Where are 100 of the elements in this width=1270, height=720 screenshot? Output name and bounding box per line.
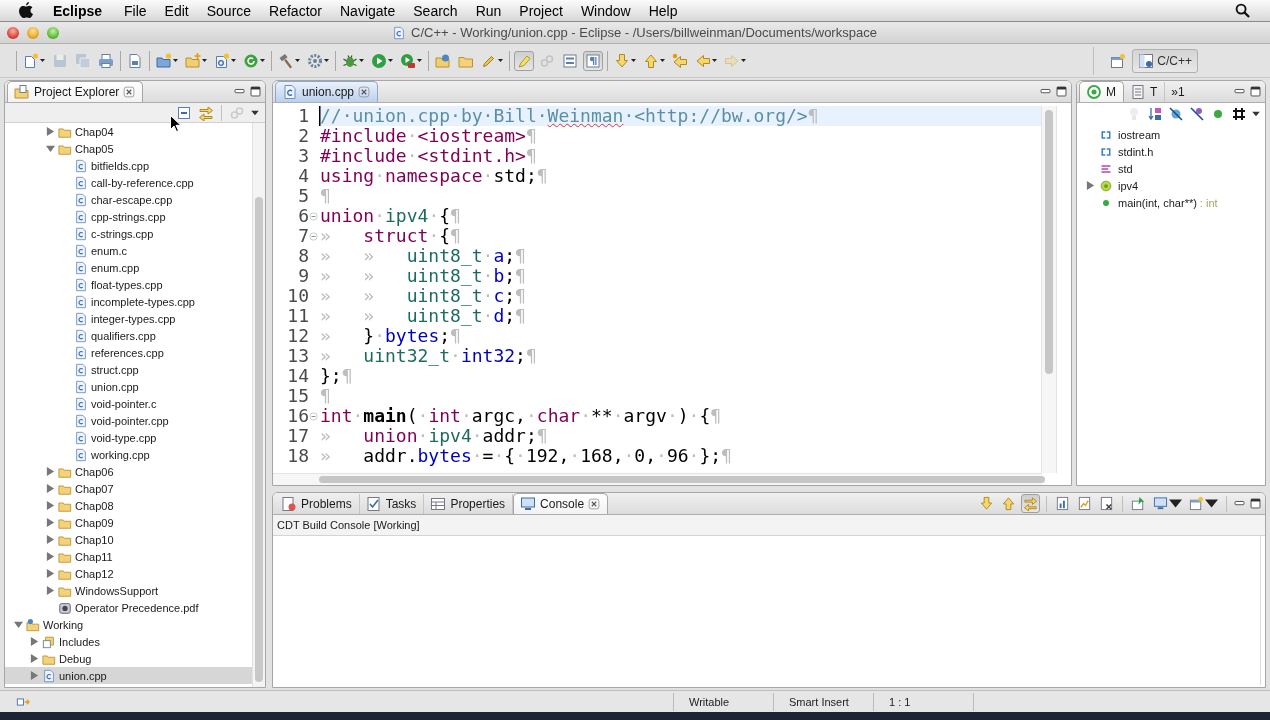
tree-item[interactable]: struct.cpp: [5, 361, 252, 378]
tree-item[interactable]: Chap06: [5, 463, 252, 480]
tree-item[interactable]: Chap05: [5, 140, 252, 157]
tree-item[interactable]: void-pointer.c: [5, 395, 252, 412]
outline-item[interactable]: main(int, char**) : int: [1077, 194, 1265, 211]
menu-item[interactable]: Run: [466, 2, 511, 19]
tree-item[interactable]: integer-types.cpp: [5, 310, 252, 327]
collapsed-arrow-icon[interactable]: [1086, 181, 1095, 190]
tab[interactable]: Tasks: [359, 494, 425, 514]
tree-item[interactable]: qualifiers.cpp: [5, 327, 252, 344]
tree-item[interactable]: Chap04: [5, 123, 252, 140]
tree-item[interactable]: Chap08: [5, 497, 252, 514]
menu-item[interactable]: File: [115, 2, 156, 19]
tree-item[interactable]: char-escape.cpp: [5, 191, 252, 208]
maximize-icon[interactable]: [1249, 497, 1262, 510]
tree-item[interactable]: Debug: [5, 650, 252, 667]
fold-icon[interactable]: [309, 211, 318, 221]
fold-icon[interactable]: [309, 231, 318, 241]
window-close-button[interactable]: [7, 26, 19, 39]
tree-item[interactable]: Chap10: [5, 531, 252, 548]
menu-item[interactable]: Project: [510, 2, 572, 19]
tree-item[interactable]: Chap09: [5, 514, 252, 531]
tree-item[interactable]: bitfields.cpp: [5, 157, 252, 174]
tree-item[interactable]: Working: [5, 616, 252, 633]
tab[interactable]: T: [1124, 82, 1166, 102]
tree-item[interactable]: float-types.cpp: [5, 276, 252, 293]
maximize-icon[interactable]: [249, 85, 262, 98]
caret-icon: [359, 59, 364, 62]
collapsed-arrow-icon[interactable]: [46, 518, 55, 527]
vertical-scrollbar[interactable]: [1041, 106, 1057, 473]
toolbar-button[interactable]: [1187, 494, 1220, 513]
more-tabs[interactable]: »1: [1165, 84, 1185, 99]
vertical-scrollbar[interactable]: [252, 123, 265, 687]
outline-item[interactable]: iostream: [1077, 126, 1265, 143]
tree-item[interactable]: void-type.cpp: [5, 429, 252, 446]
tree-item[interactable]: references.cpp: [5, 344, 252, 361]
menu-item[interactable]: Edit: [155, 2, 198, 19]
outline-item[interactable]: stdint.h: [1077, 143, 1265, 160]
tree-item[interactable]: union.cpp: [5, 667, 252, 684]
close-icon[interactable]: [358, 86, 371, 98]
tree-item[interactable]: enum.cpp: [5, 259, 252, 276]
perspective-button[interactable]: C/C++: [1132, 48, 1198, 73]
menu-item[interactable]: Refactor: [260, 2, 331, 19]
apple-icon[interactable]: [18, 1, 34, 20]
maximize-icon[interactable]: [1055, 85, 1068, 98]
tab[interactable]: union.cpp: [275, 81, 379, 102]
expanded-arrow-icon[interactable]: [14, 620, 23, 629]
horizontal-scrollbar[interactable]: [273, 473, 1042, 485]
collapsed-arrow-icon[interactable]: [46, 467, 55, 476]
folder-page-icon: [14, 84, 30, 100]
menu-item[interactable]: Window: [571, 2, 640, 19]
tree-item[interactable]: void-pointer.cpp: [5, 412, 252, 429]
expanded-arrow-icon[interactable]: [46, 144, 55, 153]
collapsed-arrow-icon[interactable]: [46, 552, 55, 561]
line-number: 18: [286, 446, 309, 466]
collapsed-arrow-icon[interactable]: [30, 654, 39, 663]
tree-item[interactable]: incomplete-types.cpp: [5, 293, 252, 310]
tree-item[interactable]: cpp-strings.cpp: [5, 208, 252, 225]
close-icon[interactable]: [123, 86, 136, 98]
tab[interactable]: M: [1079, 81, 1124, 102]
collapsed-arrow-icon[interactable]: [30, 637, 39, 646]
lines-icon: [1100, 162, 1112, 175]
collapsed-arrow-icon[interactable]: [46, 127, 55, 136]
menu-item[interactable]: Eclipse: [44, 2, 112, 19]
collapsed-arrow-icon[interactable]: [46, 484, 55, 493]
close-icon[interactable]: [588, 498, 601, 510]
tab[interactable]: Problems: [275, 494, 360, 514]
tree-item[interactable]: working.cpp: [5, 446, 252, 463]
outline-item[interactable]: ipv4: [1077, 177, 1265, 194]
tree-item[interactable]: enum.c: [5, 242, 252, 259]
search-icon[interactable]: [1235, 3, 1250, 18]
tree-item[interactable]: union.cpp: [5, 378, 252, 395]
menu-item[interactable]: Source: [197, 2, 261, 19]
tree-item[interactable]: Chap07: [5, 480, 252, 497]
collapsed-arrow-icon[interactable]: [46, 501, 55, 510]
line-number: 11: [286, 306, 309, 326]
tree-item[interactable]: c-strings.cpp: [5, 225, 252, 242]
outline-item[interactable]: std: [1077, 160, 1265, 177]
run-icon: [371, 52, 387, 69]
collapsed-arrow-icon[interactable]: [46, 586, 55, 595]
folder-plus-icon: [185, 52, 201, 69]
caret-icon: [231, 59, 236, 62]
collapsed-arrow-icon[interactable]: [46, 535, 55, 544]
menu-item[interactable]: Help: [639, 2, 687, 19]
tree-item[interactable]: Chap11: [5, 548, 252, 565]
tab[interactable]: Properties: [424, 494, 514, 514]
tree-item[interactable]: WindowsSupport: [5, 582, 252, 599]
menu-item[interactable]: Search: [404, 2, 467, 19]
caret-icon: [498, 59, 503, 62]
collapsed-arrow-icon[interactable]: [30, 671, 39, 680]
menu-item[interactable]: Navigate: [331, 2, 405, 19]
maximize-icon[interactable]: [1249, 85, 1262, 98]
tab[interactable]: Console: [513, 493, 609, 514]
collapsed-arrow-icon[interactable]: [46, 569, 55, 578]
tree-item[interactable]: Chap12: [5, 565, 252, 582]
tree-item[interactable]: call-by-reference.cpp: [5, 174, 252, 191]
tab[interactable]: Project Explorer: [7, 81, 144, 102]
tree-item[interactable]: Operator Precedence.pdf: [5, 599, 252, 616]
fold-icon[interactable]: [309, 411, 318, 421]
tree-item[interactable]: Includes: [5, 633, 252, 650]
